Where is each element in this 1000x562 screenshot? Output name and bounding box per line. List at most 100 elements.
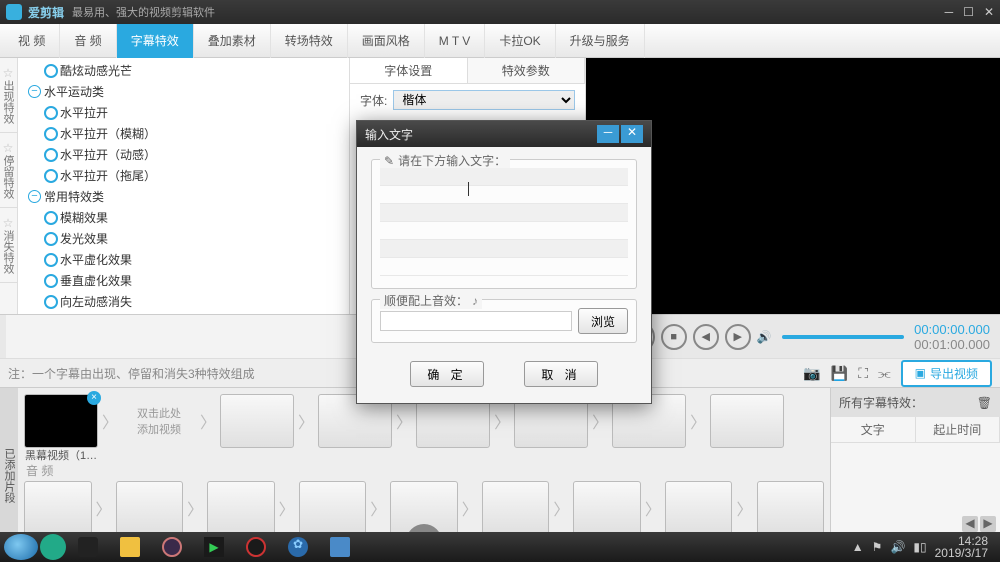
snapshot-icon[interactable]: 📷: [803, 365, 820, 382]
window-close-icon[interactable]: ✕: [984, 5, 994, 19]
tab-0[interactable]: 视 频: [4, 24, 60, 58]
export-button[interactable]: ▣导出视频: [901, 360, 992, 387]
sidetab-2[interactable]: ☆消失特效: [0, 208, 17, 283]
dialog-minimize-button[interactable]: ─: [597, 125, 619, 143]
empty-clip[interactable]: [207, 481, 275, 535]
delete-subtitle-icon[interactable]: 🗑: [977, 396, 992, 410]
current-time: 00:00:00.000: [914, 322, 990, 337]
taskbar-app-5[interactable]: ▶: [194, 534, 234, 560]
add-video-hint[interactable]: 双击此处添加视频: [122, 405, 196, 437]
tab-8[interactable]: 升级与服务: [556, 24, 645, 58]
empty-clip[interactable]: [24, 481, 92, 535]
start-button[interactable]: [4, 534, 38, 560]
tab-5[interactable]: 画面风格: [348, 24, 425, 58]
tray-volume-icon[interactable]: 🔊: [890, 540, 905, 554]
effect-item-0[interactable]: 酷炫动感光芒: [18, 60, 349, 81]
app-logo: [6, 4, 22, 20]
arrow-icon: 〉: [592, 409, 608, 433]
effect-category-6[interactable]: 常用特效类: [18, 186, 349, 207]
hint-text: 注：一个字幕由出现、停留和消失3种特效组成: [8, 365, 255, 382]
video-clip-0[interactable]: ×黑幕视频（1…: [24, 394, 98, 448]
effect-item-3[interactable]: 水平拉开（模糊）: [18, 123, 349, 144]
sidetab-1[interactable]: ☆停留特效: [0, 133, 17, 208]
subtab-font[interactable]: 字体设置: [350, 58, 468, 83]
tab-4[interactable]: 转场特效: [271, 24, 348, 58]
dialog-title: 输入文字: [365, 126, 413, 143]
arrow-icon: 〉: [736, 496, 752, 520]
effect-item-10[interactable]: 垂直虚化效果: [18, 270, 349, 291]
arrow-icon: 〉: [370, 496, 386, 520]
empty-clip[interactable]: [299, 481, 367, 535]
col-time: 起止时间: [916, 417, 1000, 442]
taskbar-app-8[interactable]: [320, 534, 360, 560]
main-tabs: 视 频音 频字幕特效叠加素材转场特效画面风格M T V卡拉OK升级与服务: [0, 24, 1000, 58]
empty-clip[interactable]: [710, 394, 784, 448]
clip-close-icon[interactable]: ×: [87, 391, 101, 405]
arrow-icon: 〉: [187, 496, 203, 520]
tab-7[interactable]: 卡拉OK: [485, 24, 555, 58]
effect-item-7[interactable]: 模糊效果: [18, 207, 349, 228]
fullscreen-icon[interactable]: ⛶: [858, 365, 868, 382]
tray-flag-icon[interactable]: ⚑: [872, 540, 883, 554]
arrow-icon: 〉: [645, 496, 661, 520]
arrow-icon: 〉: [462, 496, 478, 520]
app-slogan: 最易用、强大的视频剪辑软件: [72, 4, 215, 20]
arrow-icon: 〉: [396, 409, 412, 433]
cancel-button[interactable]: 取 消: [524, 361, 598, 387]
window-maximize-icon[interactable]: ☐: [963, 5, 974, 19]
volume-slider[interactable]: [782, 335, 904, 339]
arrow-icon: 〉: [494, 409, 510, 433]
font-select[interactable]: 楷体: [393, 90, 575, 110]
dialog-close-button[interactable]: ✕: [621, 125, 643, 143]
taskbar-app-2[interactable]: [68, 534, 108, 560]
effect-item-8[interactable]: 发光效果: [18, 228, 349, 249]
taskbar-app-1[interactable]: [40, 534, 66, 560]
empty-clip[interactable]: [573, 481, 641, 535]
tab-6[interactable]: M T V: [425, 24, 486, 58]
tray-clock[interactable]: 14:28 2019/3/17: [935, 535, 988, 559]
text-input-legend: 请在下方输入文字：: [398, 152, 506, 169]
effect-item-2[interactable]: 水平拉开: [18, 102, 349, 123]
effect-item-5[interactable]: 水平拉开（拖尾）: [18, 165, 349, 186]
edit-icon: ✎: [384, 154, 394, 168]
effect-item-9[interactable]: 水平虚化效果: [18, 249, 349, 270]
empty-clip[interactable]: [482, 481, 550, 535]
empty-clip[interactable]: [116, 481, 184, 535]
effect-category-1[interactable]: 水平运动类: [18, 81, 349, 102]
empty-clip[interactable]: [757, 481, 825, 535]
taskbar-app-7[interactable]: ✿: [278, 534, 318, 560]
tab-1[interactable]: 音 频: [60, 24, 116, 58]
volume-icon[interactable]: 🔊: [757, 330, 772, 344]
col-text: 文字: [831, 417, 916, 442]
window-minimize-icon[interactable]: ─: [945, 5, 954, 19]
browse-button[interactable]: 浏览: [578, 308, 628, 334]
empty-clip[interactable]: [665, 481, 733, 535]
taskbar-app-3[interactable]: [110, 534, 150, 560]
tray-up-icon[interactable]: ▲: [852, 540, 864, 554]
empty-clip[interactable]: [220, 394, 294, 448]
effect-item-12[interactable]: 向右动感消失: [18, 312, 349, 314]
effect-item-11[interactable]: 向左动感消失: [18, 291, 349, 312]
sidetab-0[interactable]: ☆出现特效: [0, 58, 17, 133]
tab-3[interactable]: 叠加素材: [194, 24, 271, 58]
stop-button[interactable]: ■: [661, 324, 687, 350]
subtitle-panel-title: 所有字幕特效：: [839, 394, 923, 411]
share-icon[interactable]: ⫘: [878, 365, 891, 382]
taskbar-app-4[interactable]: [152, 534, 192, 560]
next-frame-button[interactable]: ▶: [725, 324, 751, 350]
tab-2[interactable]: 字幕特效: [117, 24, 194, 58]
arrow-icon: 〉: [200, 409, 216, 433]
save-icon[interactable]: 💾: [831, 365, 848, 382]
tray-network-icon[interactable]: ▮▯: [913, 540, 926, 554]
ok-button[interactable]: 确 定: [410, 361, 484, 387]
effect-item-4[interactable]: 水平拉开（动感）: [18, 144, 349, 165]
page-next-button[interactable]: ▶: [980, 516, 996, 532]
text-input-area[interactable]: [380, 168, 628, 278]
arrow-icon: 〉: [102, 409, 118, 433]
page-prev-button[interactable]: ◀: [962, 516, 978, 532]
subtab-params[interactable]: 特效参数: [468, 58, 586, 83]
prev-frame-button[interactable]: ◀: [693, 324, 719, 350]
taskbar-app-6[interactable]: [236, 534, 276, 560]
sound-path-input[interactable]: [380, 311, 572, 331]
font-label: 字体:: [360, 92, 387, 109]
